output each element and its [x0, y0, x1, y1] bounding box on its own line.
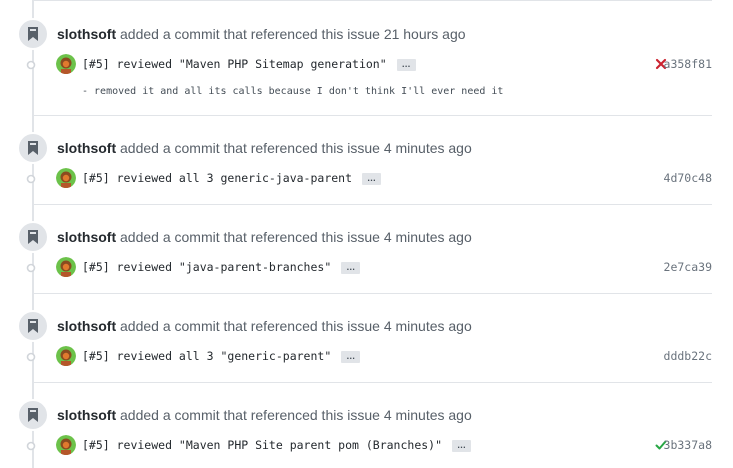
commit-message-text[interactable]: [#5] reviewed "Maven PHP Site parent pom…: [82, 438, 442, 452]
commit-sha-link[interactable]: 3b337a8: [664, 438, 712, 452]
commit-message-text[interactable]: [#5] reviewed all 3 "generic-parent": [82, 349, 331, 363]
author-link[interactable]: slothsoft: [57, 407, 116, 423]
author-link[interactable]: slothsoft: [57, 318, 116, 334]
event-action: added a commit that referenced this issu…: [120, 140, 380, 156]
expand-message-button[interactable]: …: [396, 59, 416, 71]
author-link[interactable]: slothsoft: [57, 26, 116, 42]
author-link[interactable]: slothsoft: [57, 140, 116, 156]
commit-row: [#5] reviewed all 3 generic-java-parent ……: [0, 167, 733, 191]
event-action: added a commit that referenced this issu…: [120, 318, 380, 334]
git-commit-icon: [26, 441, 36, 451]
commit-message[interactable]: [#5] reviewed "Maven PHP Site parent pom…: [82, 438, 472, 452]
commit-sha-link[interactable]: 4d70c48: [664, 171, 712, 185]
event-action: added a commit that referenced this issu…: [120, 407, 380, 423]
event-header: slothsoft added a commit that referenced…: [0, 398, 733, 431]
divider: [32, 115, 712, 116]
divider: [32, 0, 712, 1]
event-description: slothsoft added a commit that referenced…: [57, 229, 472, 245]
event-header: slothsoft added a commit that referenced…: [0, 131, 733, 164]
commit-sha-link[interactable]: a358f81: [664, 57, 712, 71]
divider: [32, 293, 712, 294]
commit-message[interactable]: [#5] reviewed all 3 "generic-parent" …: [82, 349, 361, 363]
git-commit-icon: [26, 263, 36, 273]
commit-sha-link[interactable]: 2e7ca39: [664, 260, 712, 274]
event-description: slothsoft added a commit that referenced…: [57, 26, 466, 42]
bookmark-icon: [17, 221, 49, 253]
bookmark-icon: [17, 132, 49, 164]
avatar[interactable]: [56, 168, 76, 188]
bookmark-icon: [17, 399, 49, 431]
avatar[interactable]: [56, 346, 76, 366]
divider: [32, 382, 712, 383]
commit-message-text[interactable]: [#5] reviewed "Maven PHP Sitemap generat…: [82, 57, 387, 71]
commit-description: - removed it and all its calls because I…: [82, 86, 504, 97]
expand-message-button[interactable]: …: [452, 440, 472, 452]
expand-message-button[interactable]: …: [362, 173, 382, 185]
author-link[interactable]: slothsoft: [57, 229, 116, 245]
commit-row: [#5] reviewed "Maven PHP Sitemap generat…: [0, 53, 733, 77]
commit-message[interactable]: [#5] reviewed all 3 generic-java-parent …: [82, 171, 382, 185]
git-commit-icon: [26, 60, 36, 70]
event-time[interactable]: 4 minutes ago: [384, 229, 472, 245]
divider: [32, 204, 712, 205]
avatar[interactable]: [56, 54, 76, 74]
bookmark-icon: [17, 18, 49, 50]
event-action: added a commit that referenced this issu…: [120, 26, 380, 42]
event-description: slothsoft added a commit that referenced…: [57, 318, 472, 334]
bookmark-icon: [17, 310, 49, 342]
event-header: slothsoft added a commit that referenced…: [0, 309, 733, 342]
commit-message[interactable]: [#5] reviewed "Maven PHP Sitemap generat…: [82, 57, 416, 71]
event-description: slothsoft added a commit that referenced…: [57, 407, 472, 423]
event-time[interactable]: 4 minutes ago: [384, 407, 472, 423]
commit-message-text[interactable]: [#5] reviewed all 3 generic-java-parent: [82, 171, 352, 185]
event-time[interactable]: 21 hours ago: [384, 26, 466, 42]
git-commit-icon: [26, 174, 36, 184]
event-header: slothsoft added a commit that referenced…: [0, 220, 733, 253]
event-header: slothsoft added a commit that referenced…: [0, 17, 733, 50]
git-commit-icon: [26, 352, 36, 362]
commit-row: [#5] reviewed all 3 "generic-parent" … dd…: [0, 345, 733, 369]
event-action: added a commit that referenced this issu…: [120, 229, 380, 245]
expand-message-button[interactable]: …: [341, 351, 361, 363]
event-time[interactable]: 4 minutes ago: [384, 318, 472, 334]
event-time[interactable]: 4 minutes ago: [384, 140, 472, 156]
commit-row: [#5] reviewed "Maven PHP Site parent pom…: [0, 434, 733, 458]
commit-sha-link[interactable]: dddb22c: [664, 349, 712, 363]
expand-message-button[interactable]: …: [341, 262, 361, 274]
commit-message-text[interactable]: [#5] reviewed "java-parent-branches": [82, 260, 331, 274]
commit-message[interactable]: [#5] reviewed "java-parent-branches" …: [82, 260, 361, 274]
commit-row: [#5] reviewed "java-parent-branches" … 2e…: [0, 256, 733, 280]
avatar[interactable]: [56, 257, 76, 277]
avatar[interactable]: [56, 435, 76, 455]
event-description: slothsoft added a commit that referenced…: [57, 140, 472, 156]
